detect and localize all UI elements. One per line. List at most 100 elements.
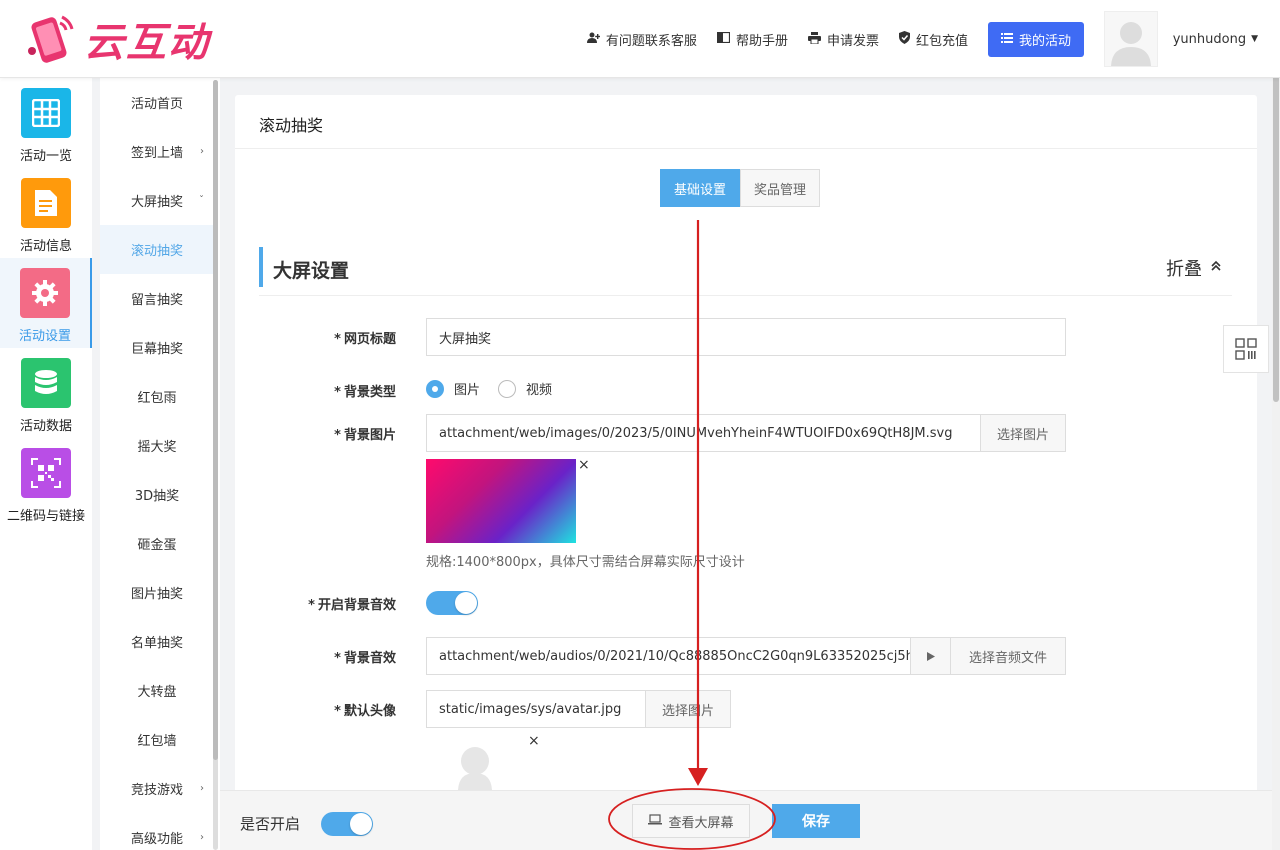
chevron-right-icon: › xyxy=(200,783,204,794)
bg-type-label-text: 背景类型 xyxy=(343,385,396,400)
apply-invoice-link[interactable]: 申请发票 xyxy=(807,30,879,49)
radio-label: 视频 xyxy=(526,383,553,398)
floating-qrcode-button[interactable] xyxy=(1223,325,1269,373)
icon-nav-label: 活动信息 xyxy=(19,239,72,254)
sub-nav-item[interactable]: 红包墙 xyxy=(100,715,214,764)
sub-nav-item[interactable]: 摇大奖 xyxy=(100,421,214,470)
sub-nav-item[interactable]: 签到上墙 › xyxy=(100,127,214,176)
sub-nav-label: 摇大奖 xyxy=(137,440,177,455)
help-manual-label: 帮助手册 xyxy=(735,33,788,49)
bg-sound-label: * 背景音效 xyxy=(246,647,396,666)
icon-nav-activity-list[interactable]: 活动一览 xyxy=(0,78,92,168)
sub-nav-item[interactable]: 砸金蛋 xyxy=(100,519,214,568)
play-audio-button[interactable] xyxy=(910,637,951,675)
sub-nav-item[interactable]: 巨幕抽奖 xyxy=(100,323,214,372)
bg-type-label: * 背景类型 xyxy=(246,381,396,400)
grid-icon xyxy=(21,88,71,138)
default-avatar-label: * 默认头像 xyxy=(246,700,396,719)
page-title-label: * 网页标题 xyxy=(246,328,396,347)
page-scrollbar[interactable] xyxy=(1272,0,1280,850)
default-avatar-preview xyxy=(458,747,492,790)
gear-icon xyxy=(20,268,70,318)
sub-nav-label: 名单抽奖 xyxy=(130,636,183,651)
page-title: 滚动抽奖 xyxy=(259,116,324,135)
contact-support-link[interactable]: 有问题联系客服 xyxy=(586,30,697,49)
required-mark: * xyxy=(334,332,341,347)
choose-bg-image-button[interactable]: 选择图片 xyxy=(980,414,1066,452)
sub-nav-label: 活动首页 xyxy=(130,97,183,112)
bg-sound-path-input[interactable]: attachment/web/audios/0/2021/10/Qc88885O… xyxy=(426,637,911,675)
tab-prize-management[interactable]: 奖品管理 xyxy=(740,169,821,207)
settings-tabs: 基础设置 奖品管理 xyxy=(660,169,821,207)
view-big-screen-button[interactable]: 查看大屏幕 xyxy=(632,804,750,838)
bg-sound-toggle[interactable] xyxy=(426,591,478,615)
icon-nav-activity-data[interactable]: 活动数据 xyxy=(0,348,92,438)
enable-label: 是否开启 xyxy=(240,815,301,833)
chevron-right-icon: › xyxy=(200,832,204,843)
bg-type-image-radio[interactable]: 图片 xyxy=(426,379,480,398)
required-mark: * xyxy=(308,598,315,613)
icon-nav: 活动一览 活动信息 活动设置 活动数据 二维码与链接 xyxy=(0,78,92,850)
bg-type-video-radio[interactable]: 视频 xyxy=(498,379,552,398)
sub-nav-item[interactable]: 红包雨 xyxy=(100,372,214,421)
sub-nav: 活动首页 签到上墙 › 大屏抽奖 ˇ 滚动抽奖 留言抽奖 巨幕抽奖 红包雨 摇大奖 … xyxy=(100,78,220,850)
choose-audio-button[interactable]: 选择音频文件 xyxy=(950,637,1066,675)
sub-nav-item[interactable]: 活动首页 xyxy=(100,78,214,127)
document-icon xyxy=(21,178,71,228)
list-icon xyxy=(1000,32,1013,46)
help-manual-link[interactable]: 帮助手册 xyxy=(716,30,788,49)
username: yunhudong xyxy=(1172,31,1247,47)
icon-nav-qrcode-links[interactable]: 二维码与链接 xyxy=(0,438,92,528)
collapse-label: 折叠 xyxy=(1166,259,1202,280)
icon-nav-activity-info[interactable]: 活动信息 xyxy=(0,168,92,258)
sub-nav-item[interactable]: 图片抽奖 xyxy=(100,568,214,617)
sub-nav-label: 图片抽奖 xyxy=(130,587,183,602)
laptop-icon xyxy=(648,814,663,828)
qrcode-icon xyxy=(21,448,71,498)
required-mark: * xyxy=(334,385,341,400)
required-mark: * xyxy=(334,704,341,719)
user-menu[interactable]: yunhudong ▼ xyxy=(1103,10,1258,68)
page-title-input[interactable]: 大屏抽奖 xyxy=(426,318,1066,356)
phone-logo-icon xyxy=(28,15,74,63)
default-avatar-path-input[interactable]: static/images/sys/avatar.jpg xyxy=(426,690,646,728)
sub-nav-item-active[interactable]: 滚动抽奖 xyxy=(100,225,214,274)
sub-nav-label: 巨幕抽奖 xyxy=(130,342,183,357)
sub-nav-scrollbar[interactable] xyxy=(213,80,218,850)
icon-nav-label: 活动一览 xyxy=(19,149,72,164)
sub-nav-item[interactable]: 竞技游戏 › xyxy=(100,764,214,813)
bg-image-path-input[interactable]: attachment/web/images/0/2023/5/0INUMvehY… xyxy=(426,414,981,452)
sub-nav-item[interactable]: 大屏抽奖 ˇ xyxy=(100,176,214,225)
sub-nav-label: 大屏抽奖 xyxy=(130,195,183,210)
sub-nav-item[interactable]: 名单抽奖 xyxy=(100,617,214,666)
section-title: 大屏设置 xyxy=(273,260,350,282)
collapse-button[interactable]: 折叠 xyxy=(1166,255,1222,281)
avatar xyxy=(1103,11,1158,67)
remove-avatar-icon[interactable]: × xyxy=(528,733,540,749)
sub-nav-item[interactable]: 高级功能 › xyxy=(100,813,214,850)
bg-sound-toggle-label-text: 开启背景音效 xyxy=(317,598,396,613)
logo[interactable]: 云互动 xyxy=(22,10,232,68)
radio-label: 图片 xyxy=(454,383,481,398)
sub-nav-item[interactable]: 留言抽奖 xyxy=(100,274,214,323)
toggle-knob xyxy=(350,813,372,835)
tab-basic-settings[interactable]: 基础设置 xyxy=(660,169,741,207)
my-activity-button[interactable]: 我的活动 xyxy=(987,21,1084,57)
book-icon xyxy=(716,31,731,46)
choose-avatar-button[interactable]: 选择图片 xyxy=(645,690,731,728)
top-header: 云互动 有问题联系客服 帮助手册 申请发票 红包充值 我的活动 yunhudon… xyxy=(0,0,1280,78)
sub-nav-scrollbar-thumb[interactable] xyxy=(213,80,218,760)
enable-toggle[interactable] xyxy=(321,812,373,836)
sub-nav-item[interactable]: 大转盘 xyxy=(100,666,214,715)
icon-nav-activity-settings[interactable]: 活动设置 xyxy=(0,258,92,348)
remove-bg-image-icon[interactable]: × xyxy=(578,457,590,473)
save-button[interactable]: 保存 xyxy=(772,804,860,838)
sub-nav-item[interactable]: 3D抽奖 xyxy=(100,470,214,519)
icon-nav-label: 活动数据 xyxy=(19,419,72,434)
redpacket-recharge-link[interactable]: 红包充值 xyxy=(898,30,968,49)
sub-nav-label: 竞技游戏 xyxy=(130,783,183,798)
required-mark: * xyxy=(334,428,341,443)
redpacket-recharge-label: 红包充值 xyxy=(915,33,968,49)
sub-nav-label: 高级功能 xyxy=(130,832,183,847)
sub-nav-label: 滚动抽奖 xyxy=(130,244,183,259)
